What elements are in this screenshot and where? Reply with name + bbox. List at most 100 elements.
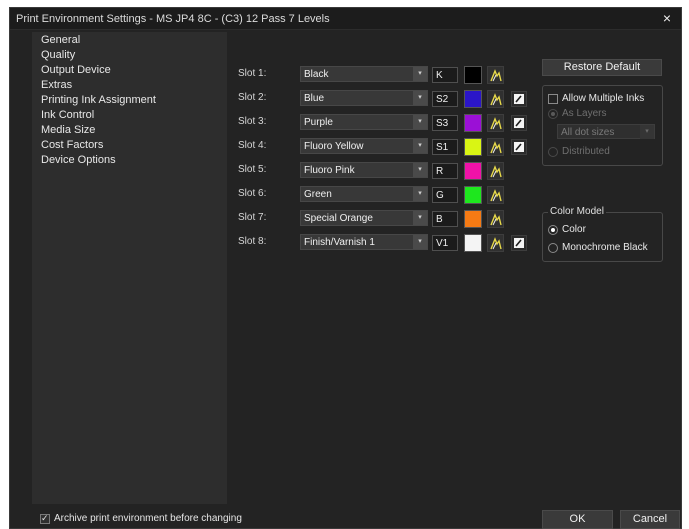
- ink-select[interactable]: Finish/Varnish 1 ▾: [300, 234, 428, 250]
- chevron-down-icon: ▾: [413, 91, 427, 105]
- ink-curve-icon[interactable]: [487, 114, 504, 132]
- ink-code-field[interactable]: S1: [432, 139, 458, 155]
- nav-item-output-device[interactable]: Output Device: [41, 64, 111, 76]
- ink-select[interactable]: Purple ▾: [300, 114, 428, 130]
- chevron-down-icon: ▾: [413, 115, 427, 129]
- ink-code-field[interactable]: B: [432, 211, 458, 227]
- settings-nav-sidebar: General Quality Output Device Extras Pri…: [32, 32, 227, 504]
- ok-button[interactable]: OK: [542, 510, 613, 529]
- chevron-down-icon: ▾: [640, 125, 654, 139]
- ink-select[interactable]: Blue ▾: [300, 90, 428, 106]
- ink-color-swatch[interactable]: [464, 90, 482, 108]
- as-layers-radio[interactable]: [548, 109, 558, 119]
- ink-select-value: Fluoro Yellow: [304, 141, 364, 152]
- ink-code-value: S1: [436, 142, 449, 153]
- nav-item-cost-factors[interactable]: Cost Factors: [41, 139, 103, 151]
- archive-checkbox[interactable]: ✓: [40, 513, 50, 524]
- ink-code-field[interactable]: V1: [432, 235, 458, 251]
- ink-code-field[interactable]: S3: [432, 115, 458, 131]
- ink-color-swatch[interactable]: [464, 186, 482, 204]
- chevron-down-icon: ▾: [413, 187, 427, 201]
- nav-item-general[interactable]: General: [41, 34, 80, 46]
- ink-select-value: Purple: [304, 117, 333, 128]
- color-radio[interactable]: [548, 225, 558, 235]
- chevron-down-icon: ▾: [413, 139, 427, 153]
- slot-label: Slot 4:: [238, 140, 267, 151]
- monochrome-black-radio[interactable]: [548, 243, 558, 253]
- ink-code-value: K: [436, 70, 443, 81]
- distributed-radio[interactable]: [548, 147, 558, 157]
- ink-code-field[interactable]: S2: [432, 91, 458, 107]
- color-model-group: Color Model Color Monochrome Black: [542, 206, 663, 262]
- ink-select[interactable]: Black ▾: [300, 66, 428, 82]
- monochrome-black-radio-label: Monochrome Black: [562, 242, 648, 253]
- ink-color-swatch[interactable]: [464, 210, 482, 228]
- close-icon[interactable]: ×: [663, 10, 671, 26]
- ink-curve-icon[interactable]: [487, 138, 504, 156]
- dot-sizes-select[interactable]: All dot sizes ▾: [557, 124, 655, 139]
- ink-select[interactable]: Fluoro Yellow ▾: [300, 138, 428, 154]
- nav-item-media-size[interactable]: Media Size: [41, 124, 95, 136]
- slot-label: Slot 6:: [238, 188, 267, 199]
- slot-label: Slot 8:: [238, 236, 267, 247]
- allow-multiple-inks-checkbox[interactable]: [548, 94, 558, 104]
- multiple-inks-group: Allow Multiple Inks As Layers All dot si…: [542, 85, 663, 166]
- ink-code-field[interactable]: K: [432, 67, 458, 83]
- ink-select-value: Fluoro Pink: [304, 165, 355, 176]
- distributed-label: Distributed: [562, 146, 610, 157]
- ink-code-value: V1: [436, 238, 449, 249]
- ink-color-swatch[interactable]: [464, 66, 482, 84]
- slot-label: Slot 7:: [238, 212, 267, 223]
- nav-item-device-options[interactable]: Device Options: [41, 154, 116, 166]
- window-title: Print Environment Settings - MS JP4 8C -…: [16, 13, 330, 25]
- ink-curve-icon[interactable]: [487, 234, 504, 252]
- ink-select-value: Black: [304, 69, 329, 80]
- chevron-down-icon: ▾: [413, 211, 427, 225]
- ink-curve-icon[interactable]: [487, 210, 504, 228]
- ink-curve-icon[interactable]: [487, 162, 504, 180]
- cancel-button[interactable]: Cancel: [620, 510, 680, 529]
- ink-color-swatch[interactable]: [464, 234, 482, 252]
- archive-label: Archive print environment before changin…: [54, 513, 242, 524]
- ink-code-field[interactable]: G: [432, 187, 458, 203]
- restore-default-button[interactable]: Restore Default: [542, 59, 662, 76]
- ink-code-field[interactable]: R: [432, 163, 458, 179]
- slot-label: Slot 2:: [238, 92, 267, 103]
- ink-curve-icon[interactable]: [487, 66, 504, 84]
- chevron-down-icon: ▾: [413, 67, 427, 81]
- ink-color-swatch[interactable]: [464, 162, 482, 180]
- slot-label: Slot 3:: [238, 116, 267, 127]
- slot-label: Slot 1:: [238, 68, 267, 79]
- ink-curve-icon[interactable]: [487, 90, 504, 108]
- ink-select[interactable]: Fluoro Pink ▾: [300, 162, 428, 178]
- chevron-down-icon: ▾: [413, 235, 427, 249]
- ink-curve-icon[interactable]: [487, 186, 504, 204]
- ink-color-swatch[interactable]: [464, 114, 482, 132]
- dot-sizes-value: All dot sizes: [561, 127, 615, 138]
- nav-item-ink-control[interactable]: Ink Control: [41, 109, 94, 121]
- ink-select-value: Green: [304, 189, 332, 200]
- color-model-label: Color Model: [548, 206, 606, 217]
- nav-item-quality[interactable]: Quality: [41, 49, 75, 61]
- as-layers-label: As Layers: [562, 108, 607, 119]
- ink-color-swatch[interactable]: [464, 138, 482, 156]
- slot-label: Slot 5:: [238, 164, 267, 175]
- nav-item-printing-ink-assignment[interactable]: Printing Ink Assignment: [41, 94, 156, 106]
- ink-select-value: Finish/Varnish 1: [304, 237, 375, 248]
- ink-code-value: R: [436, 166, 444, 177]
- allow-multiple-inks-label: Allow Multiple Inks: [562, 93, 645, 104]
- color-radio-label: Color: [562, 224, 586, 235]
- ink-code-value: G: [436, 190, 444, 201]
- ink-code-value: B: [436, 214, 443, 225]
- ink-code-value: S3: [436, 118, 449, 129]
- ink-select[interactable]: Green ▾: [300, 186, 428, 202]
- ink-code-value: S2: [436, 94, 449, 105]
- print-environment-settings-window: Print Environment Settings - MS JP4 8C -…: [9, 7, 682, 529]
- nav-item-extras[interactable]: Extras: [41, 79, 72, 91]
- edit-icon[interactable]: [511, 139, 527, 155]
- ink-select-value: Special Orange: [304, 213, 373, 224]
- ink-select[interactable]: Special Orange ▾: [300, 210, 428, 226]
- edit-icon[interactable]: [511, 115, 527, 131]
- edit-icon[interactable]: [511, 91, 527, 107]
- edit-icon[interactable]: [511, 235, 527, 251]
